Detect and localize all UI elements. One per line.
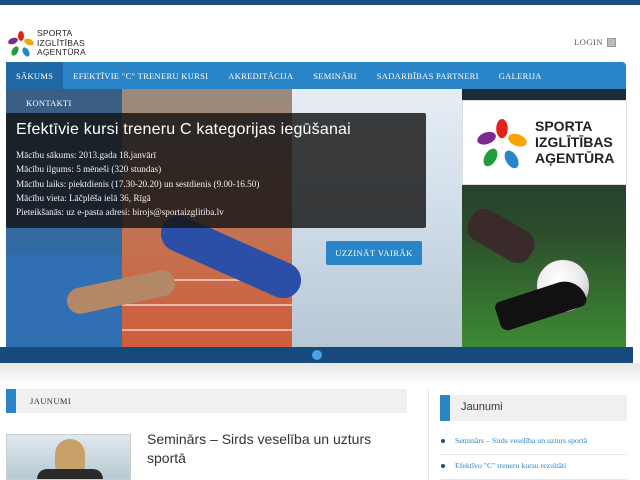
article-thumbnail[interactable] <box>6 434 131 480</box>
hero-detail-place: Mācību vieta: Lāčplēša ielā 36, Rīgā <box>16 192 151 203</box>
site-header: SPORTA IZGLĪTĪBAS AĢENTŪRA LOGIN <box>0 5 640 62</box>
sidebar-news-list: Seminārs – Sirds veselība un uzturs spor… <box>440 430 627 480</box>
news-section-header: JAUNUMI <box>6 389 407 413</box>
sidebar-news-header: Jaunumi <box>440 395 627 421</box>
brand-line-2: IZGLĪTĪBAS <box>535 134 613 150</box>
brand-line-1: SPORTA <box>535 118 593 134</box>
nav-item-seminars[interactable]: SEMINĀRI <box>303 62 367 89</box>
nav-overflow-row: KONTAKTI <box>6 89 76 115</box>
learn-more-button[interactable]: UZZINĀT VAIRĀK <box>326 241 422 265</box>
nav-item-gallery[interactable]: GALERIJA <box>489 62 552 89</box>
brand-line-3: AĢENTŪRA <box>535 150 615 166</box>
login-label: LOGIN <box>574 37 603 47</box>
hero-caption: Efektīvie kursi treneru C kategorijas ie… <box>6 113 426 228</box>
section-shadow <box>0 363 640 385</box>
sidebar-news-item[interactable]: Seminārs – Sirds veselība un uzturs spor… <box>440 430 627 455</box>
logo-star-icon <box>8 31 34 57</box>
sidebar-news-title: Jaunumi <box>461 401 503 413</box>
nav-item-coach-courses[interactable]: EFEKTĪVIE "C" TRENERU KURSI <box>63 62 218 89</box>
nav-item-accreditation[interactable]: AKREDITĀCIJA <box>218 62 303 89</box>
column-divider <box>428 389 429 480</box>
site-logo[interactable]: SPORTA IZGLĪTĪBAS AĢENTŪRA <box>8 28 88 63</box>
logo-text: SPORTA IZGLĪTĪBAS AĢENTŪRA <box>37 28 86 58</box>
sidebar-header-accent <box>440 395 450 421</box>
login-icon <box>607 37 616 47</box>
logo-line-3: AĢENTŪRA <box>37 47 86 57</box>
news-section-label: JAUNUMI <box>30 396 72 406</box>
login-link[interactable]: LOGIN <box>574 37 616 47</box>
article-snippet-lines <box>147 474 407 480</box>
hero-title: Efektīvie kursi treneru C kategorijas ie… <box>16 121 351 138</box>
hero-detail-start: Mācību sākums: 2013.gada 18.janvārī <box>16 150 157 160</box>
nav-item-contacts[interactable]: KONTAKTI <box>6 89 82 116</box>
hero-detail-duration: Mācību ilgums: 5 mēneši (320 stundas) <box>16 164 162 175</box>
nav-item-home[interactable]: SĀKUMS <box>6 62 64 89</box>
brand-star-icon <box>477 119 527 169</box>
main-navigation: SĀKUMS EFEKTĪVIE "C" TRENERU KURSI AKRED… <box>6 62 626 89</box>
slider-dot-1[interactable] <box>312 350 322 360</box>
track-lane-line <box>122 304 292 306</box>
brand-text: SPORTA IZGLĪTĪBAS AĢENTŪRA <box>535 118 614 166</box>
sidebar-news-item[interactable]: Efektīvo "C" treneru kursu rezultāti <box>440 455 627 480</box>
thumbnail-person-body <box>37 469 103 479</box>
track-lane-line <box>122 329 292 331</box>
news-header-accent <box>6 389 16 413</box>
nav-item-partners[interactable]: SADARBĪBAS PARTNERI <box>367 62 489 89</box>
hero-detail-apply: Pieteikšanās: uz e-pasta adresi: birojs@… <box>16 207 224 218</box>
hero-details: Mācību sākums: 2013.gada 18.janvārī Mācī… <box>16 148 259 219</box>
hero-brand-card: SPORTA IZGLĪTĪBAS AĢENTŪRA <box>462 100 627 185</box>
hero-detail-time: Mācību laiks: piektdienis (17.30-20.20) … <box>16 178 260 189</box>
article-title-link[interactable]: Seminārs – Sirds veselība un uzturs spor… <box>147 430 407 468</box>
